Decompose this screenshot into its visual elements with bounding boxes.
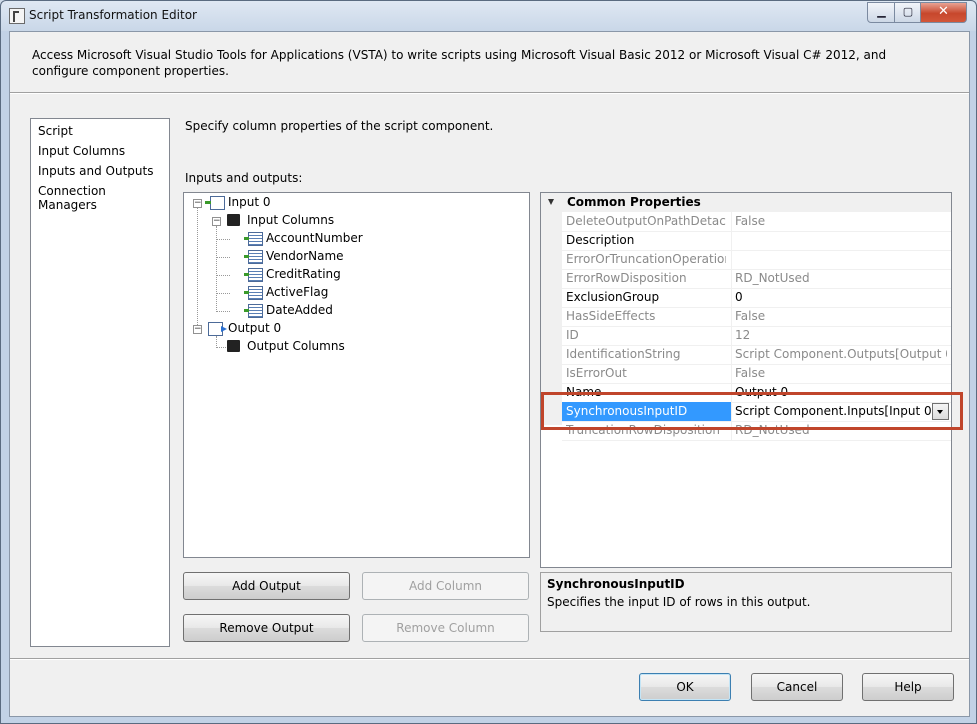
- property-row[interactable]: IsErrorOut False: [562, 364, 951, 384]
- property-row[interactable]: ErrorOrTruncationOperation: [562, 250, 951, 270]
- title-bar[interactable]: Script Transformation Editor ▁ ▢ ✕: [1, 1, 976, 31]
- collapse-input-columns-icon[interactable]: −: [212, 217, 221, 226]
- nav-item-connection-managers[interactable]: Connection Managers: [36, 183, 169, 213]
- add-output-button[interactable]: Add Output: [183, 572, 350, 600]
- property-name: HasSideEffects: [566, 309, 656, 323]
- input-icon: [205, 196, 225, 210]
- property-name: ErrorRowDisposition: [566, 271, 687, 285]
- property-name: IsErrorOut: [566, 366, 627, 380]
- script-transformation-editor-window: Script Transformation Editor ▁ ▢ ✕ Acces…: [0, 0, 977, 724]
- tree-node-output-columns[interactable]: Output Columns: [247, 339, 345, 353]
- property-value: False: [735, 309, 766, 323]
- property-row[interactable]: Description: [562, 231, 951, 251]
- section-heading: Specify column properties of the script …: [185, 119, 494, 133]
- close-button[interactable]: ✕: [920, 2, 967, 23]
- tree-label: Inputs and outputs:: [185, 171, 303, 185]
- nav-list: Script Input Columns Inputs and Outputs …: [30, 118, 170, 647]
- app-icon: [9, 8, 25, 24]
- top-divider: [10, 92, 969, 94]
- property-name: ErrorOrTruncationOperation: [566, 252, 726, 266]
- property-row[interactable]: DeleteOutputOnPathDetached False: [562, 212, 951, 232]
- property-name: ID: [566, 328, 579, 342]
- annotation-highlight-box: [541, 392, 963, 430]
- nav-item-inputs-and-outputs[interactable]: Inputs and Outputs: [36, 163, 155, 179]
- property-name: Description: [566, 233, 635, 247]
- property-help-panel: SynchronousInputID Specifies the input I…: [540, 572, 952, 632]
- property-name: ExclusionGroup: [566, 290, 660, 304]
- collapse-input-0-icon[interactable]: −: [193, 199, 202, 208]
- property-value: False: [735, 214, 766, 228]
- tree-node-column[interactable]: AccountNumber: [266, 231, 363, 245]
- column-icon: [244, 286, 263, 300]
- output-icon: [208, 322, 227, 336]
- column-icon: [244, 250, 263, 264]
- property-value: False: [735, 366, 766, 380]
- property-value: 12: [735, 328, 751, 342]
- column-icon: [244, 304, 263, 318]
- add-column-button[interactable]: Add Column: [362, 572, 529, 600]
- folder-icon: [227, 340, 240, 352]
- property-row[interactable]: ID 12: [562, 326, 951, 346]
- tree-node-column[interactable]: DateAdded: [266, 303, 333, 317]
- property-value[interactable]: 0: [735, 290, 947, 304]
- tree-node-column[interactable]: VendorName: [266, 249, 344, 263]
- property-row[interactable]: IdentificationString Script Component.Ou…: [562, 345, 951, 365]
- property-value: RD_NotUsed: [735, 271, 810, 285]
- remove-output-button[interactable]: Remove Output: [183, 614, 350, 642]
- tree-node-input-0[interactable]: Input 0: [228, 195, 271, 209]
- dialog-client-area: Access Microsoft Visual Studio Tools for…: [9, 31, 970, 717]
- inputs-outputs-tree[interactable]: − Input 0 − Input Columns AccountNumber …: [183, 192, 530, 558]
- property-grid[interactable]: Common Properties DeleteOutputOnPathDeta…: [540, 192, 952, 568]
- ok-button[interactable]: OK: [639, 673, 731, 701]
- property-row[interactable]: HasSideEffects False: [562, 307, 951, 327]
- property-category[interactable]: Common Properties: [541, 193, 951, 212]
- bottom-divider: [10, 658, 969, 660]
- folder-icon: [227, 214, 240, 226]
- cancel-button[interactable]: Cancel: [751, 673, 843, 701]
- dialog-description: Access Microsoft Visual Studio Tools for…: [32, 48, 887, 78]
- property-category-label: Common Properties: [567, 195, 701, 209]
- maximize-button[interactable]: ▢: [894, 2, 922, 23]
- property-value: Script Component.Outputs[Output 0]: [735, 347, 947, 361]
- tree-node-column[interactable]: ActiveFlag: [266, 285, 328, 299]
- tree-node-input-columns[interactable]: Input Columns: [247, 213, 334, 227]
- help-description: Specifies the input ID of rows in this o…: [547, 595, 811, 609]
- window-title: Script Transformation Editor: [29, 8, 197, 22]
- help-title: SynchronousInputID: [547, 577, 685, 591]
- column-icon: [244, 268, 263, 282]
- tree-node-column[interactable]: CreditRating: [266, 267, 341, 281]
- remove-column-button[interactable]: Remove Column: [362, 614, 529, 642]
- property-name: IdentificationString: [566, 347, 681, 361]
- column-icon: [244, 232, 263, 246]
- minimize-button[interactable]: ▁: [867, 2, 896, 23]
- property-name: DeleteOutputOnPathDetached: [566, 214, 726, 228]
- collapse-category-icon[interactable]: [548, 199, 554, 205]
- nav-item-input-columns[interactable]: Input Columns: [36, 143, 127, 159]
- property-row[interactable]: ErrorRowDisposition RD_NotUsed: [562, 269, 951, 289]
- collapse-output-0-icon[interactable]: −: [193, 325, 202, 334]
- help-button[interactable]: Help: [862, 673, 954, 701]
- property-row[interactable]: ExclusionGroup 0: [562, 288, 951, 308]
- nav-item-script[interactable]: Script: [36, 123, 75, 139]
- tree-node-output-0[interactable]: Output 0: [228, 321, 281, 335]
